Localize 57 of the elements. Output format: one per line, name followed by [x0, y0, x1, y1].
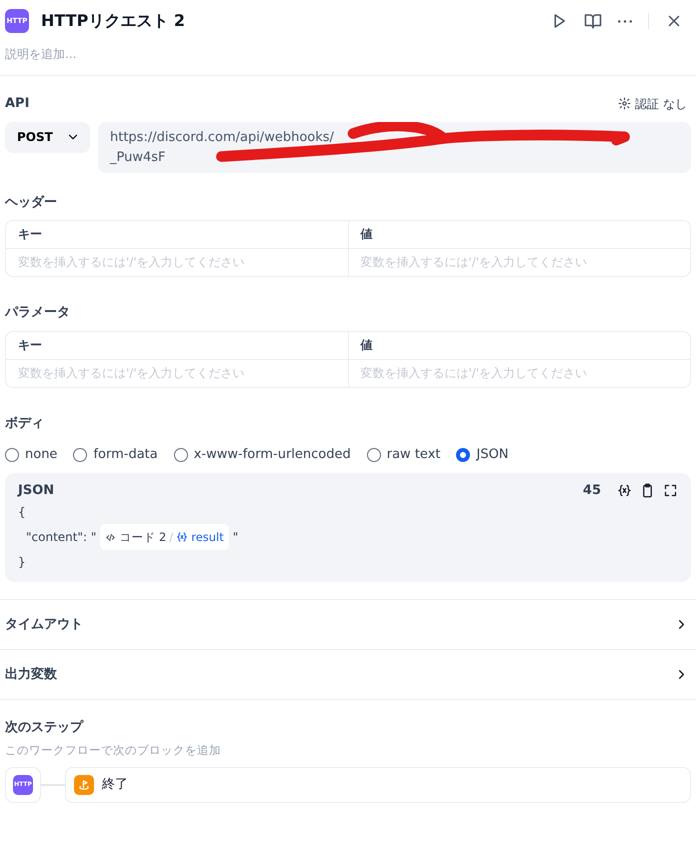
radio-label: raw text	[386, 446, 440, 464]
url-text: https://discord.com/api/webhooks/	[110, 128, 335, 146]
node-name: 終了	[102, 776, 128, 794]
book-icon	[584, 12, 602, 30]
radio-label: none	[25, 446, 58, 464]
variable-name: result	[191, 529, 224, 546]
character-count: 45	[582, 482, 601, 500]
section-label: パラメータ	[5, 304, 71, 322]
radio-button[interactable]	[456, 448, 470, 462]
code-line: "content": "	[26, 529, 96, 546]
collapsible-row[interactable]: タイムアウト	[0, 600, 696, 650]
auth-button[interactable]: 認証 なし	[618, 94, 691, 113]
radio-button[interactable]	[366, 448, 381, 462]
flag-icon	[77, 778, 91, 792]
url-text: _Puw4sF	[110, 148, 167, 166]
radio-button[interactable]	[5, 448, 19, 462]
code-line: }	[18, 554, 27, 571]
section-label: API	[5, 95, 30, 113]
section-label: 出力変数	[5, 666, 57, 684]
variable-chip[interactable]: コード 2 / result	[100, 524, 229, 550]
more-icon	[618, 20, 632, 22]
node-name: コード 2	[119, 529, 166, 546]
radio-option[interactable]: JSON	[456, 445, 509, 464]
section-label: 次のステップ	[5, 718, 85, 737]
variable-icon[interactable]	[617, 482, 632, 498]
section-subtitle: このワークフローで次のブロックを追加	[5, 742, 222, 758]
docs-button[interactable]	[584, 12, 602, 30]
radio-option[interactable]: none	[5, 445, 58, 464]
radio-option[interactable]: raw text	[366, 445, 440, 464]
radio-label: form-data	[93, 446, 158, 464]
radio-option[interactable]: form-data	[73, 445, 158, 464]
collapsible-row[interactable]: 出力変数	[0, 650, 696, 700]
separator: /	[169, 529, 174, 546]
radio-label: x-www-form-urlencoded	[194, 446, 351, 464]
node-title[interactable]: HTTPリクエスト 2	[41, 9, 542, 33]
column-header: 値	[348, 221, 690, 248]
clipboard-icon[interactable]	[640, 482, 655, 498]
section-label: タイムアウト	[5, 616, 83, 634]
column-header: キー	[17, 226, 43, 243]
radio-label: JSON	[476, 446, 509, 464]
next-node[interactable]: 終了	[65, 766, 691, 803]
editor-label: JSON	[18, 482, 54, 500]
expand-icon[interactable]	[663, 482, 678, 498]
url-field[interactable]: https://discord.com/api/webhooks/ _Puw4sF	[98, 122, 691, 172]
section-label: ボディ	[5, 414, 45, 432]
radio-button[interactable]	[174, 448, 188, 462]
variable-icon	[176, 531, 188, 543]
code-line: "	[232, 529, 238, 546]
column-header: キー	[17, 336, 43, 354]
column-header: 値	[348, 332, 690, 358]
code-icon	[105, 532, 116, 542]
code-editor[interactable]: JSON 45 { "content": " コード 2 / result " }	[5, 472, 691, 582]
radio-option[interactable]: x-www-form-urlencoded	[174, 445, 351, 464]
radio-button[interactable]	[73, 448, 88, 462]
code-line: {	[18, 504, 27, 521]
method-select[interactable]: POST	[5, 122, 90, 152]
section-label: ヘッダー	[5, 194, 58, 212]
